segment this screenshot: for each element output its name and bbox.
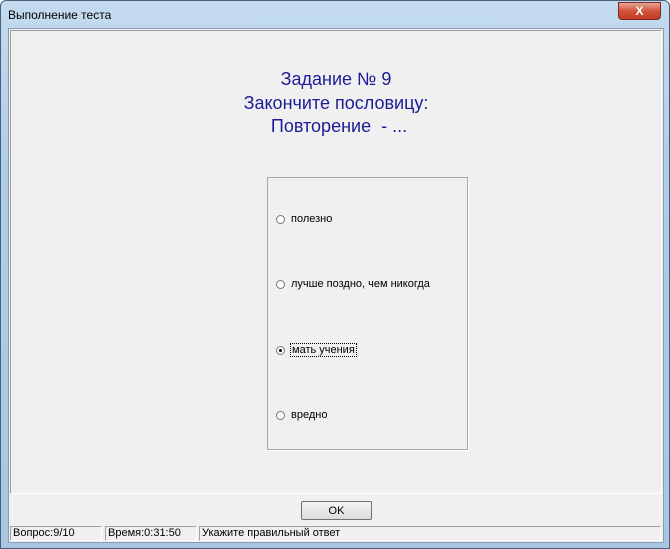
answer-option[interactable]: полезно — [276, 213, 332, 225]
answer-option-selected[interactable]: мать учения — [276, 343, 357, 357]
task-number: Задание № 9 — [280, 69, 392, 89]
answer-label: вредно — [291, 409, 328, 421]
status-question: Вопрос:9/10 — [10, 526, 102, 541]
answer-group: полезно лучше поздно, чем никогда мать у… — [267, 177, 468, 450]
ok-button[interactable]: OK — [301, 501, 372, 520]
answer-label: мать учения — [290, 343, 357, 357]
radio-icon[interactable] — [276, 279, 285, 289]
task-instruction: Закончите пословицу: — [243, 93, 429, 113]
status-time: Время:0:31:50 — [105, 526, 197, 541]
answer-label: лучше поздно, чем никогда — [291, 278, 430, 290]
answer-option[interactable]: вредно — [276, 409, 327, 421]
window-title: Выполнение теста — [8, 8, 112, 22]
proverb-start: Повторение - ... — [270, 116, 408, 136]
close-button[interactable]: X — [618, 2, 661, 20]
radio-icon[interactable] — [276, 410, 285, 420]
question-panel: Задание № 9 Закончите пословицу: Повторе… — [10, 30, 662, 494]
test-window: Выполнение теста X Задание № 9 Закончите… — [0, 0, 670, 549]
answer-option[interactable]: лучше поздно, чем никогда — [276, 278, 430, 290]
client-area: Задание № 9 Закончите пословицу: Повторе… — [8, 28, 664, 543]
status-hint: Укажите правильный ответ — [199, 526, 661, 541]
radio-checked-icon[interactable] — [276, 345, 285, 355]
radio-icon[interactable] — [276, 214, 285, 224]
answer-label: полезно — [291, 213, 333, 225]
